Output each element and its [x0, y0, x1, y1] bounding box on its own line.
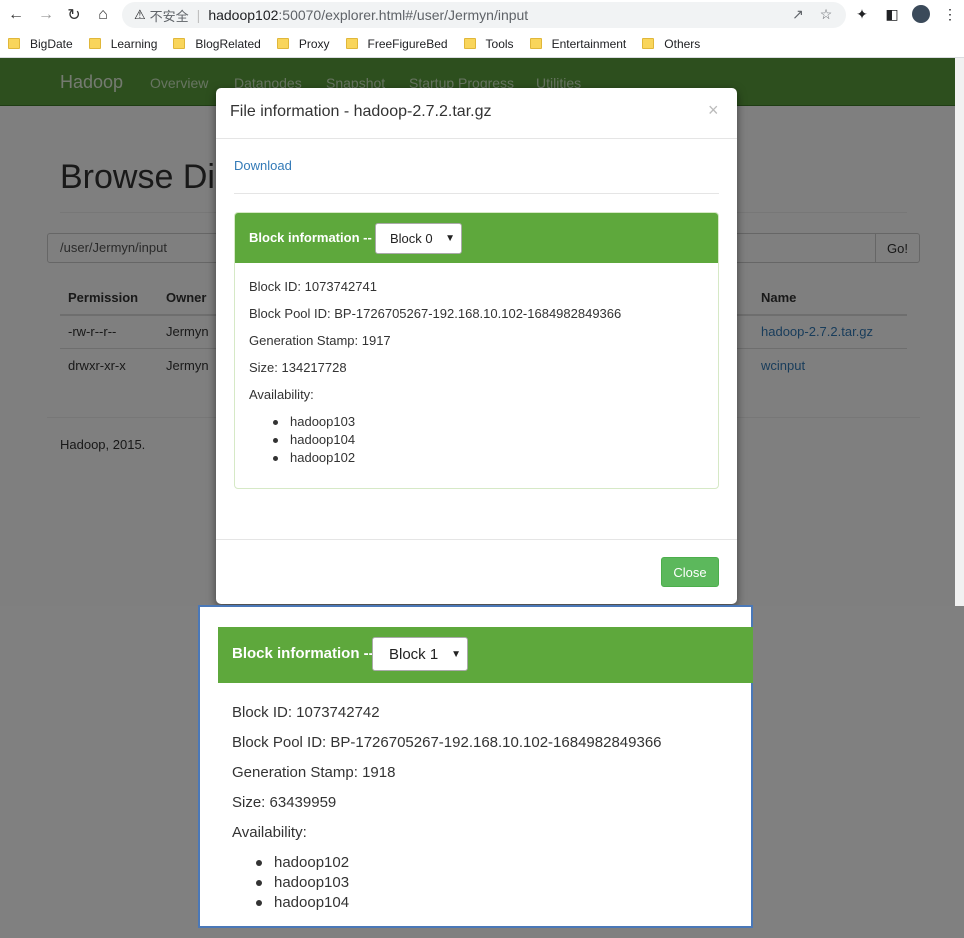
folder-icon: [8, 38, 20, 49]
folder-icon: [463, 38, 476, 49]
list-item: hadoop103: [273, 414, 355, 429]
bookmark-label: Others: [664, 36, 701, 51]
block-select[interactable]: Block 0 ▼: [375, 223, 462, 254]
address-bar[interactable]: ⚠ 不安全 | hadoop102:50070/explorer.html#/u…: [122, 2, 846, 28]
url-host: hadoop102: [208, 7, 279, 23]
bookmark-label: BigDate: [30, 36, 73, 51]
block-id: Block ID: 1073742741: [249, 279, 377, 294]
panel-heading: Block information -- Block 1 ▼: [218, 627, 753, 683]
bookmark-label: Learning: [110, 36, 158, 51]
share-icon[interactable]: ↗: [788, 4, 808, 24]
block-select-value: Block 1: [389, 645, 439, 663]
warning-icon: ⚠: [134, 7, 146, 22]
folder-icon: [88, 38, 101, 49]
list-item: hadoop104: [273, 432, 355, 447]
divider: [216, 138, 737, 139]
bookmark-entertainment[interactable]: Entertainment: [529, 36, 627, 51]
block-info-panel: Block information -- Block 0 ▼ Block ID:…: [234, 212, 719, 489]
divider: [216, 539, 737, 540]
zoomed-block-panel: Block information -- Block 1 ▼ Block ID:…: [198, 605, 753, 928]
close-button[interactable]: Close: [661, 557, 719, 587]
block-info-label: Block information --: [249, 230, 372, 245]
block-size: Size: 63439959: [232, 794, 337, 811]
block-select[interactable]: Block 1 ▼: [372, 637, 468, 671]
forward-icon[interactable]: →: [35, 4, 57, 26]
list-item: hadoop104: [256, 894, 349, 911]
block-id: Block ID: 1073742742: [232, 704, 380, 721]
extensions-icon[interactable]: ✦: [852, 4, 872, 24]
bookmark-bigdate[interactable]: BigDate: [8, 37, 73, 51]
reload-icon[interactable]: ↻: [63, 4, 85, 26]
bookmark-label: Entertainment: [551, 36, 627, 51]
block-pool-id: Block Pool ID: BP-1726705267-192.168.10.…: [249, 306, 622, 321]
back-icon[interactable]: ←: [5, 4, 27, 26]
bookmark-tools[interactable]: Tools: [463, 36, 514, 51]
chevron-down-icon: ▼: [451, 648, 461, 660]
sidepanel-icon[interactable]: ◧: [882, 4, 902, 24]
list-item: hadoop102: [273, 450, 355, 465]
block-info-label: Block information --: [232, 645, 374, 662]
chevron-down-icon: ▼: [445, 233, 455, 244]
url-path: :50070/explorer.html#/user/Jermyn/input: [278, 7, 529, 23]
menu-icon[interactable]: ⋮: [940, 4, 960, 24]
file-info-modal: File information - hadoop-2.7.2.tar.gz ×…: [216, 88, 737, 604]
avatar[interactable]: [911, 4, 931, 24]
folder-icon: [345, 38, 358, 49]
availability-label: Availability:: [232, 824, 307, 841]
bookmark-label: FreeFigureBed: [367, 36, 448, 51]
generation-stamp: Generation Stamp: 1917: [249, 333, 391, 348]
close-icon[interactable]: ×: [708, 100, 719, 121]
bookmark-others[interactable]: Others: [642, 37, 700, 51]
folder-icon: [529, 38, 542, 49]
block-size: Size: 134217728: [249, 360, 347, 375]
folder-icon: [276, 38, 289, 49]
generation-stamp: Generation Stamp: 1918: [232, 764, 396, 781]
bookmark-label: Tools: [485, 36, 514, 51]
home-icon[interactable]: ⌂: [92, 4, 114, 26]
divider: [234, 193, 719, 194]
bookmark-label: BlogRelated: [195, 36, 261, 51]
bookmark-proxy[interactable]: Proxy: [276, 36, 330, 51]
availability-label: Availability:: [249, 387, 314, 402]
list-item: hadoop102: [256, 854, 349, 871]
folder-icon: [642, 38, 655, 49]
bookmark-freefigurebed[interactable]: FreeFigureBed: [345, 36, 448, 51]
block-info-panel: Block information -- Block 1 ▼ Block ID:…: [218, 627, 753, 927]
star-icon[interactable]: ☆: [816, 4, 836, 24]
folder-icon: [173, 38, 186, 49]
page-scrollbar[interactable]: [955, 58, 964, 606]
browser-toolbar: ← → ↻ ⌂ ⚠ 不安全 | hadoop102:50070/explorer…: [0, 0, 964, 30]
bookmarks-bar: BigDate Learning BlogRelated Proxy FreeF…: [0, 30, 964, 58]
insecure-label: 不安全: [149, 8, 189, 24]
bookmark-blogrelated[interactable]: BlogRelated: [173, 36, 261, 51]
block-select-value: Block 0: [390, 231, 433, 246]
download-link[interactable]: Download: [234, 158, 292, 173]
list-item: hadoop103: [256, 874, 349, 891]
modal-title: File information - hadoop-2.7.2.tar.gz: [230, 103, 492, 120]
bookmark-learning[interactable]: Learning: [88, 36, 158, 51]
bookmark-label: Proxy: [298, 36, 330, 51]
panel-heading: Block information -- Block 0 ▼: [235, 213, 718, 263]
block-pool-id: Block Pool ID: BP-1726705267-192.168.10.…: [232, 734, 662, 751]
address-separator: |: [196, 7, 201, 23]
